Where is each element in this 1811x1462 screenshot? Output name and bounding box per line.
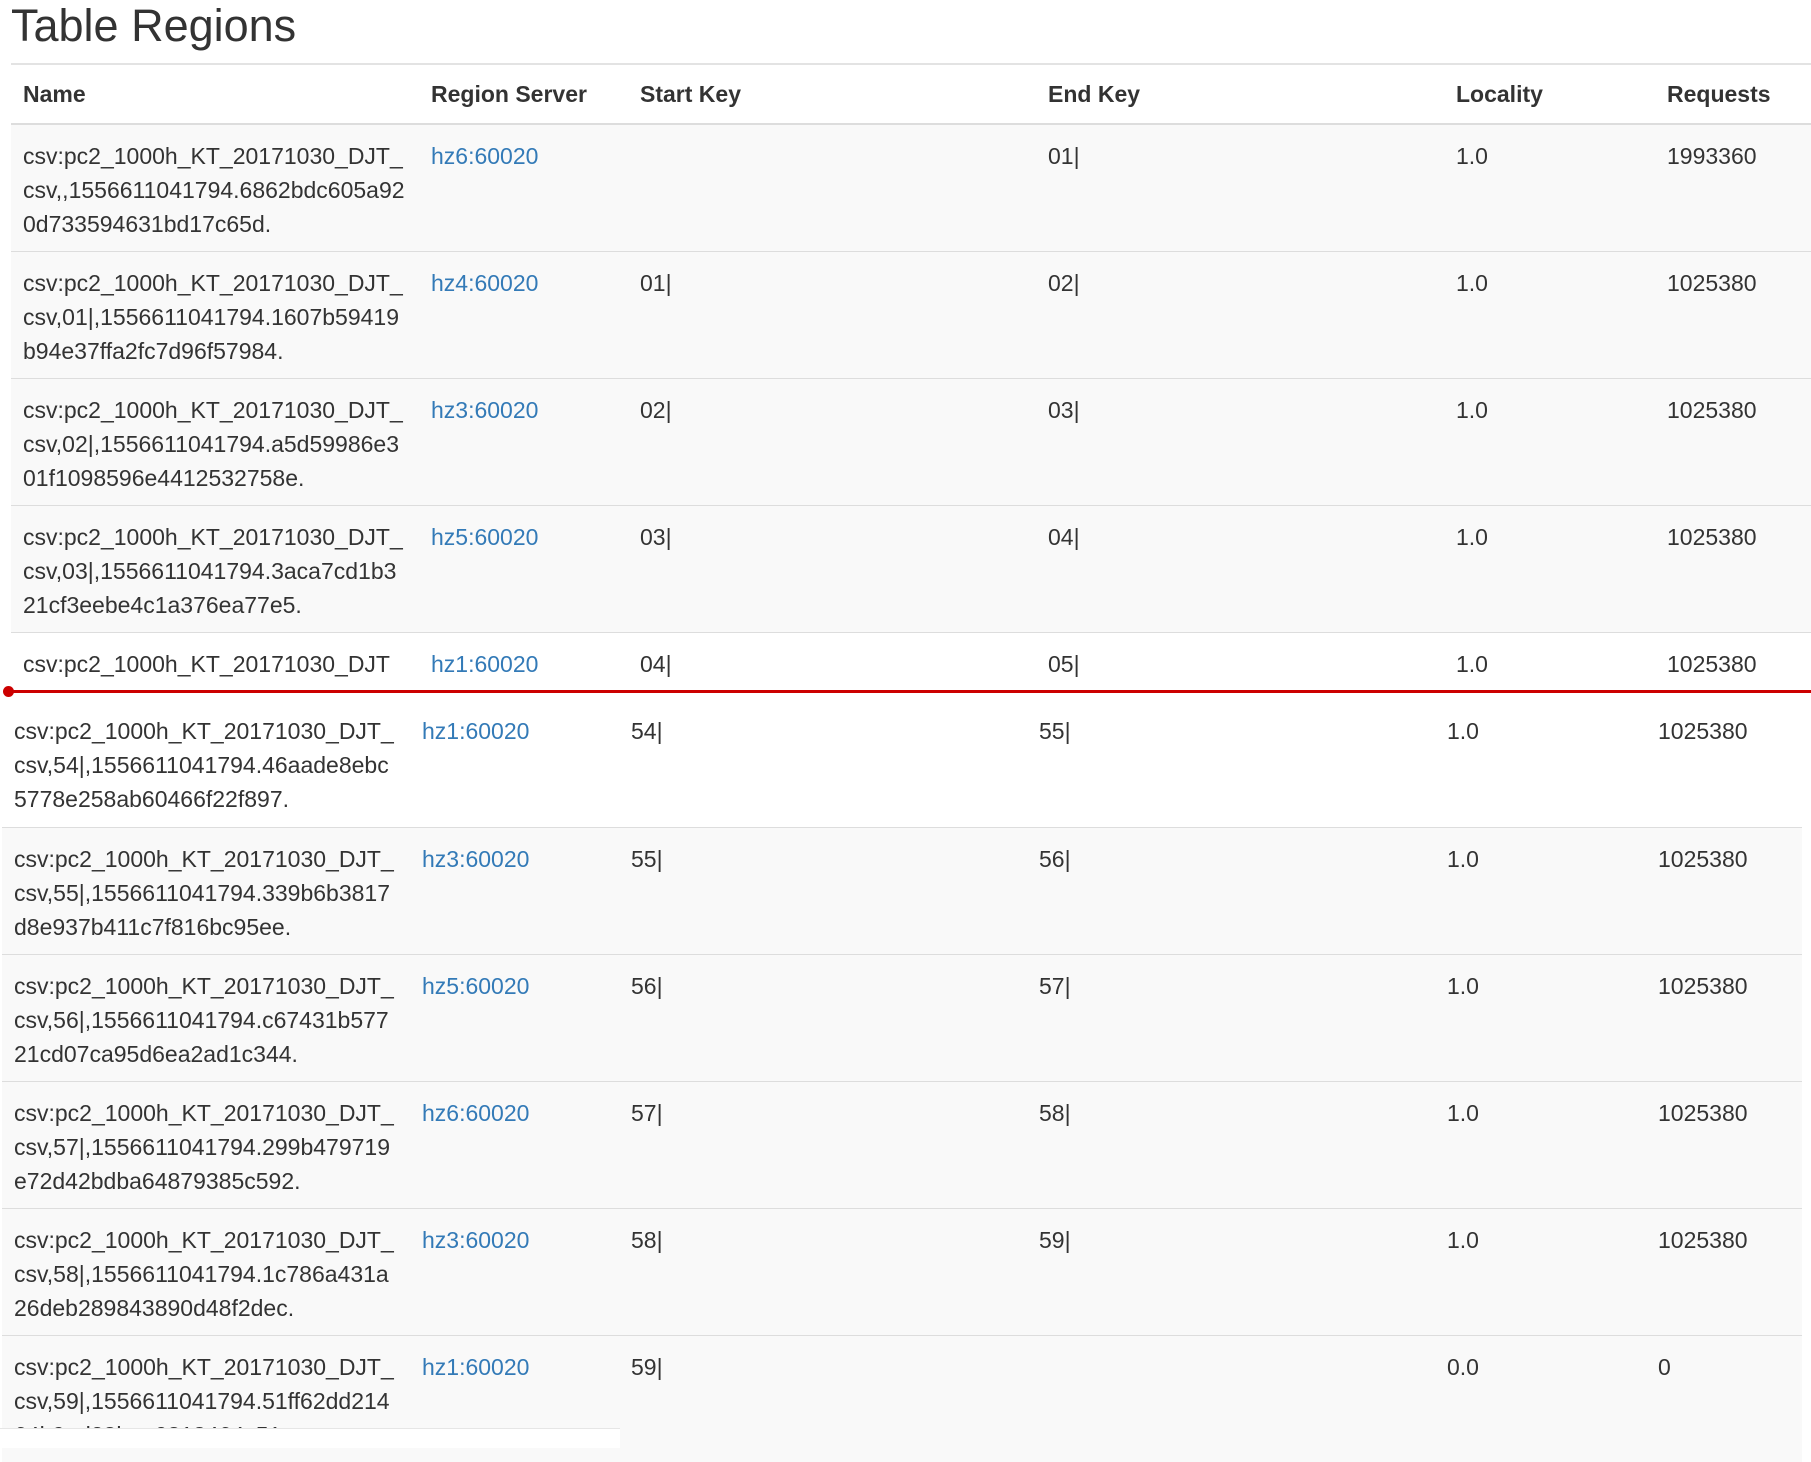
requests-cell: 1025380: [1646, 826, 1802, 954]
column-header-start-key[interactable]: Start Key: [628, 63, 1036, 125]
column-header-locality[interactable]: Locality: [1444, 63, 1655, 125]
page-title: Table Regions: [11, 0, 297, 51]
start-key-cell: 57|: [619, 1080, 1027, 1208]
requests-cell: 1025380: [1655, 250, 1811, 378]
region-name-cell: csv:pc2_1000h_KT_20171030_DJT_csv,58|,15…: [2, 1207, 410, 1335]
end-key-cell: 02|: [1036, 250, 1444, 378]
table-row: csv:pc2_1000h_KT_20171030_DJT_csv,54|,15…: [2, 700, 1802, 827]
requests-cell: 0: [1646, 1334, 1802, 1462]
region-server-cell: hz5:60020: [419, 504, 628, 632]
region-name-cell: csv:pc2_1000h_KT_20171030_DJT_csv,01|,15…: [11, 250, 419, 378]
locality-cell: 1.0: [1447, 718, 1479, 744]
table-row: csv:pc2_1000h_KT_20171030_DJT_csv,55|,15…: [2, 826, 1802, 954]
region-server-cell: hz1:60020: [410, 700, 619, 827]
region-name-cell: csv:pc2_1000h_KT_20171030_DJT_csv,57|,15…: [2, 1080, 410, 1208]
region-server-cell: hz4:60020: [419, 250, 628, 378]
region-name-cell: csv:pc2_1000h_KT_20171030_DJT_csv,54|,15…: [14, 718, 394, 812]
end-key-cell: 59|: [1027, 1207, 1435, 1335]
region-server-cell: hz5:60020: [410, 953, 619, 1081]
horizontal-scrollbar[interactable]: [0, 1428, 620, 1448]
region-name-cell: csv:pc2_1000h_KT_20171030_DJT_csv,02|,15…: [11, 377, 419, 505]
locality-cell: 1.0: [1444, 504, 1655, 632]
start-key-cell: 02|: [628, 377, 1036, 505]
end-key-cell: 04|: [1036, 504, 1444, 632]
end-key-cell: 56|: [1027, 826, 1435, 954]
region-server-cell: hz3:60020: [410, 826, 619, 954]
column-header-name[interactable]: Name: [11, 63, 419, 125]
column-header-requests[interactable]: Requests: [1655, 63, 1811, 125]
end-key-cell: 58|: [1027, 1080, 1435, 1208]
table-row: csv:pc2_1000h_KT_20171030_DJT_csv,58|,15…: [2, 1207, 1802, 1335]
region-server-link[interactable]: hz5:60020: [422, 973, 529, 999]
locality-cell: 1.0: [1444, 123, 1655, 251]
requests-cell: 1025380: [1646, 953, 1802, 1081]
locality-cell: 1.0: [1435, 826, 1646, 954]
regions-table-top-section: Name Region Server Start Key End Key Loc…: [11, 63, 1811, 702]
column-header-region-server[interactable]: Region Server: [419, 63, 628, 125]
requests-cell: 1025380: [1646, 1080, 1802, 1208]
column-header-end-key[interactable]: End Key: [1036, 63, 1444, 125]
locality-cell: 1.0: [1435, 953, 1646, 1081]
region-server-link[interactable]: hz4:60020: [431, 270, 538, 296]
locality-cell: 0.0: [1435, 1334, 1646, 1462]
screenshot-cut-line: [7, 690, 1811, 693]
end-key-cell: [1027, 1334, 1435, 1462]
locality-cell: 1.0: [1444, 250, 1655, 378]
region-server-link[interactable]: hz6:60020: [431, 143, 538, 169]
end-key-cell: 01|: [1036, 123, 1444, 251]
end-key-cell: 03|: [1036, 377, 1444, 505]
requests-cell: 1025380: [1646, 1207, 1802, 1335]
start-key-cell: 03|: [628, 504, 1036, 632]
region-name-cell: csv:pc2_1000h_KT_20171030_DJT_csv,56|,15…: [2, 953, 410, 1081]
region-name-cell: csv:pc2_1000h_KT_20171030_DJT_csv,03|,15…: [11, 504, 419, 632]
requests-cell: 1993360: [1655, 123, 1811, 251]
locality-cell: 1.0: [1435, 1207, 1646, 1335]
region-server-link[interactable]: hz3:60020: [422, 846, 529, 872]
region-name-cell: csv:pc2_1000h_KT_20171030_DJT_csv,,15566…: [11, 123, 419, 251]
regions-table-bottom-section: csv:pc2_1000h_KT_20171030_DJT_csv,54|,15…: [2, 700, 1811, 1462]
table-row: csv:pc2_1000h_KT_20171030_DJT_csv,57|,15…: [2, 1080, 1802, 1208]
region-server-link[interactable]: hz3:60020: [431, 397, 538, 423]
regions-table: Name Region Server Start Key End Key Loc…: [11, 63, 1811, 702]
table-row: csv:pc2_1000h_KT_20171030_DJT_csv,03|,15…: [11, 504, 1811, 632]
end-key-cell: 55|: [1039, 718, 1071, 744]
region-server-link[interactable]: hz3:60020: [422, 1227, 529, 1253]
locality-cell: 1.0: [1444, 377, 1655, 505]
start-key-cell: 55|: [619, 826, 1027, 954]
region-server-link[interactable]: hz1:60020: [431, 651, 538, 677]
table-row: csv:pc2_1000h_KT_20171030_DJT_csv,,15566…: [11, 123, 1811, 251]
table-row: csv:pc2_1000h_KT_20171030_DJT_csv,02|,15…: [11, 377, 1811, 505]
region-server-cell: hz6:60020: [419, 123, 628, 251]
cut-line-dot: [3, 686, 14, 697]
start-key-cell: 59|: [619, 1334, 1027, 1462]
region-server-link[interactable]: hz6:60020: [422, 1100, 529, 1126]
requests-cell: 1025380: [1655, 504, 1811, 632]
table-header-row: Name Region Server Start Key End Key Loc…: [11, 63, 1811, 125]
region-server-link[interactable]: hz5:60020: [431, 524, 538, 550]
region-name-cell: csv:pc2_1000h_KT_20171030_DJT_csv,55|,15…: [2, 826, 410, 954]
region-server-cell: hz3:60020: [419, 377, 628, 505]
requests-cell: 1025380: [1658, 718, 1748, 744]
table-row: csv:pc2_1000h_KT_20171030_DJT_csv,56|,15…: [2, 953, 1802, 1081]
start-key-cell: 56|: [619, 953, 1027, 1081]
start-key-cell: 58|: [619, 1207, 1027, 1335]
region-server-cell: hz3:60020: [410, 1207, 619, 1335]
regions-table-continued: csv:pc2_1000h_KT_20171030_DJT_csv,54|,15…: [2, 700, 1802, 1462]
region-server-link[interactable]: hz1:60020: [422, 718, 529, 744]
end-key-cell: 57|: [1027, 953, 1435, 1081]
locality-cell: 1.0: [1435, 1080, 1646, 1208]
requests-cell: 1025380: [1655, 377, 1811, 505]
start-key-cell: 01|: [628, 250, 1036, 378]
start-key-cell: 54|: [631, 718, 663, 744]
region-server-cell: hz6:60020: [410, 1080, 619, 1208]
table-row: csv:pc2_1000h_KT_20171030_DJT_csv,01|,15…: [11, 250, 1811, 378]
region-server-link[interactable]: hz1:60020: [422, 1354, 529, 1380]
start-key-cell: [628, 123, 1036, 251]
